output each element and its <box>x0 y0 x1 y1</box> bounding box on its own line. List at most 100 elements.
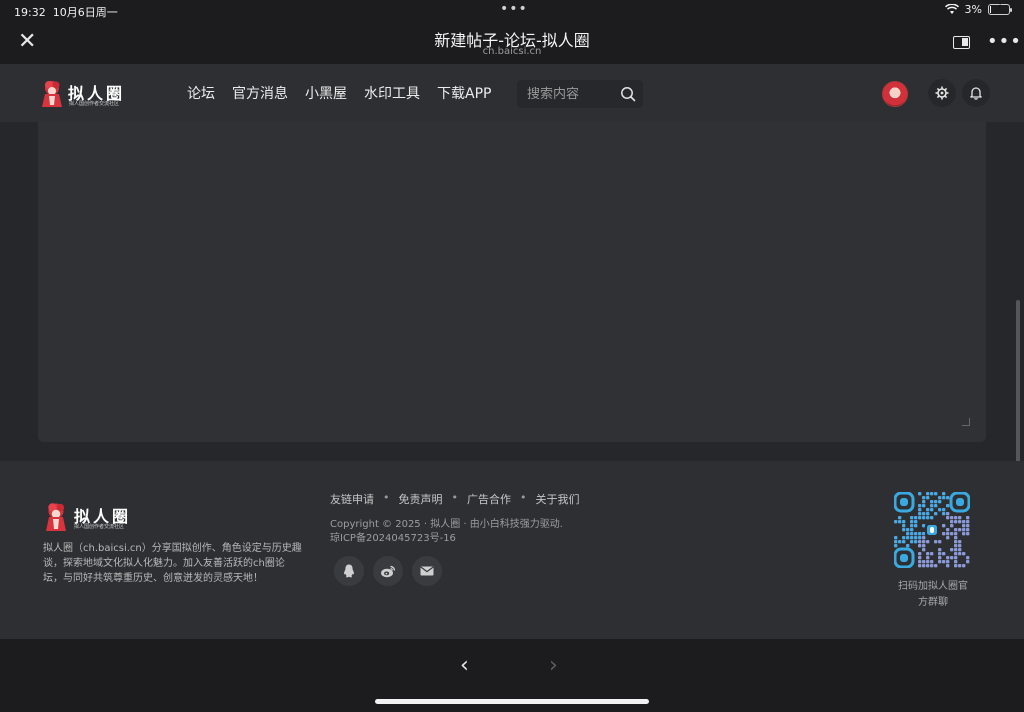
footer-link-friend-links[interactable]: 友链申请 <box>330 491 374 507</box>
qr-module <box>962 564 966 568</box>
qr-module <box>918 536 922 540</box>
status-bar: 19:32 10月6日周一 ••• 3% ⚡ <box>0 0 1024 22</box>
qr-module <box>894 540 898 544</box>
mail-button[interactable] <box>412 556 442 586</box>
qr-finder-top-left <box>894 492 915 513</box>
nav-item-download-app[interactable]: 下载APP <box>437 83 491 103</box>
footer-description: 拟人圈（ch.baicsi.cn）分享国拟创作、角色设定与历史趣谈，探索地域文化… <box>43 543 302 584</box>
post-editor-textarea[interactable] <box>38 122 986 442</box>
qr-module <box>954 544 958 548</box>
qr-module <box>942 508 946 512</box>
footer-link-separator: • <box>451 491 459 504</box>
qr-module <box>942 532 946 536</box>
qr-module <box>926 540 930 544</box>
forward-icon[interactable]: › <box>549 653 558 678</box>
qr-module <box>930 508 934 512</box>
resize-handle[interactable] <box>962 418 970 426</box>
qr-module <box>910 524 914 528</box>
nav-item-forum[interactable]: 论坛 <box>187 83 215 103</box>
qr-module <box>910 516 914 520</box>
qr-module <box>926 560 930 564</box>
qr-module <box>942 496 946 500</box>
qr-module <box>950 548 954 552</box>
qr-module <box>902 520 906 524</box>
qr-module <box>958 520 962 524</box>
qr-module <box>930 516 934 520</box>
qr-module <box>914 536 918 540</box>
home-indicator[interactable] <box>375 699 649 704</box>
qr-module <box>894 544 898 548</box>
footer-link-ad-cooperation[interactable]: 广告合作 <box>467 491 511 507</box>
qr-module <box>910 532 914 536</box>
qr-module <box>918 556 922 560</box>
qr-module <box>946 536 950 540</box>
qr-module <box>958 516 962 520</box>
mascot-icon <box>46 503 66 531</box>
weibo-button[interactable] <box>373 556 403 586</box>
qr-module <box>902 540 906 544</box>
site-logo[interactable]: 拟人圈 拟人国创作者交流社区 <box>40 79 130 109</box>
qr-module <box>946 528 950 532</box>
qr-module <box>938 560 942 564</box>
qq-icon <box>344 564 354 578</box>
qr-module <box>926 492 930 496</box>
nav-item-official-news[interactable]: 官方消息 <box>232 83 288 103</box>
qr-module <box>954 560 958 564</box>
qr-module <box>942 492 946 496</box>
footer-logo[interactable]: 拟人圈 拟人国创作者交流社区 <box>44 501 144 533</box>
qr-module <box>950 556 954 560</box>
qr-module <box>938 556 942 560</box>
qr-module <box>950 516 954 520</box>
more-icon[interactable]: ••• <box>987 31 1022 52</box>
search-input[interactable] <box>527 85 617 103</box>
search-icon[interactable] <box>620 86 636 102</box>
qr-module <box>958 552 962 556</box>
qq-button[interactable] <box>334 556 364 586</box>
qr-code <box>894 492 970 568</box>
notifications-button[interactable] <box>962 79 990 107</box>
sidebar-toggle-icon[interactable] <box>953 36 970 49</box>
page-url[interactable]: ch.baicsi.cn <box>0 46 1024 57</box>
search-box <box>517 80 643 108</box>
qr-module <box>954 540 958 544</box>
settings-button[interactable] <box>928 79 956 107</box>
qr-module <box>954 548 958 552</box>
qr-module <box>922 532 926 536</box>
qr-module <box>902 524 906 528</box>
qr-module <box>926 516 930 520</box>
qr-module <box>954 520 958 524</box>
qr-module <box>934 540 938 544</box>
qr-module <box>922 536 926 540</box>
qr-module <box>946 496 950 500</box>
qr-module <box>966 556 970 560</box>
qr-module <box>946 532 950 536</box>
user-avatar[interactable] <box>882 81 908 107</box>
qr-module <box>938 552 942 556</box>
qr-module <box>918 512 922 516</box>
multitask-dots[interactable]: ••• <box>500 1 528 17</box>
footer-link-about-us[interactable]: 关于我们 <box>536 491 580 507</box>
qr-module <box>918 492 922 496</box>
nav-item-blackroom[interactable]: 小黑屋 <box>305 83 347 103</box>
battery-icon: ⚡ <box>988 3 1012 15</box>
qr-module <box>938 508 942 512</box>
qr-module <box>966 516 970 520</box>
qr-module <box>914 532 918 536</box>
footer-link-disclaimer[interactable]: 免责声明 <box>399 491 443 507</box>
qr-module <box>934 500 938 504</box>
qr-module <box>922 544 926 548</box>
nav-item-watermark-tool[interactable]: 水印工具 <box>364 83 420 103</box>
qr-module <box>938 548 942 552</box>
qr-module <box>922 524 926 528</box>
qr-module <box>950 532 954 536</box>
qr-module <box>946 556 950 560</box>
qr-module <box>910 528 914 532</box>
footer-link-separator: • <box>383 491 390 504</box>
icp-number[interactable]: 琼ICP备2024045723号-16 <box>330 529 456 544</box>
qr-module <box>906 532 910 536</box>
qr-module <box>958 540 962 544</box>
qr-module <box>966 524 970 528</box>
back-icon[interactable]: ‹ <box>460 653 469 678</box>
qr-module <box>914 524 918 528</box>
qr-module <box>926 552 930 556</box>
